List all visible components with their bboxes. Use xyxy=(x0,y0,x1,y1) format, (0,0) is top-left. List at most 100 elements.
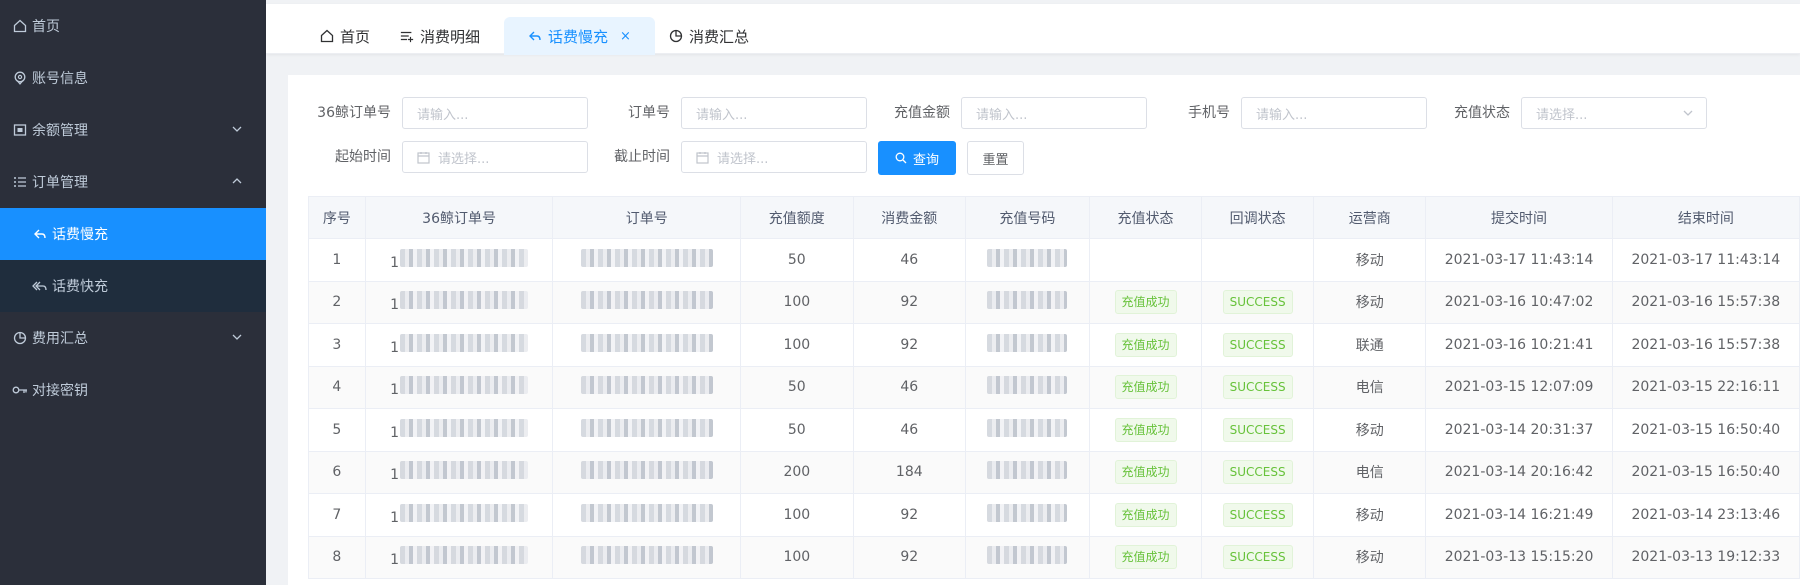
table-row[interactable]: 6 1 200 184 充值成功 SUCCESS 电信 2021-03-14 20:16:42… xyxy=(308,450,1800,494)
location-pin-icon xyxy=(12,70,28,86)
reply-icon xyxy=(32,226,48,242)
reply-all-icon xyxy=(32,278,48,294)
cell-order36: 1 xyxy=(364,408,554,452)
cell-end-time: 2021-03-17 11:43:14 xyxy=(1611,238,1800,282)
cell-amount: 50 xyxy=(740,238,854,282)
sidebar-item-account[interactable]: 账号信息 xyxy=(0,52,266,104)
cell-cost: 92 xyxy=(852,535,967,579)
cell-order36: 1 xyxy=(364,238,554,282)
redacted-order xyxy=(580,376,713,395)
cell-carrier: 电信 xyxy=(1312,365,1427,409)
cell-status: 充值成功 xyxy=(1088,280,1203,324)
cell-callback: SUCCESS xyxy=(1201,493,1314,537)
sidebar-item-api-key[interactable]: 对接密钥 xyxy=(0,364,266,416)
cell-submit-time: 2021-03-17 11:43:14 xyxy=(1425,238,1613,282)
table-row[interactable]: 1 1 50 46 移动 2021-03-17 11:43:14 2021-03-17 11… xyxy=(308,238,1800,282)
cell-phone xyxy=(965,450,1090,494)
sidebar-item-label: 话费慢充 xyxy=(52,227,108,243)
sidebar-item-slow-recharge[interactable]: 话费慢充 xyxy=(0,208,266,260)
header-phone: 充值号码 xyxy=(965,196,1090,239)
cell-order36: 1 xyxy=(364,493,554,537)
phone-input[interactable]: 请输入... xyxy=(1241,97,1427,129)
sidebar-item-fast-recharge[interactable]: 话费快充 xyxy=(0,260,266,312)
order-input[interactable]: 请输入... xyxy=(681,97,867,129)
redacted-phone xyxy=(987,418,1068,437)
tab-label: 消费汇总 xyxy=(689,27,750,46)
cell-carrier: 联通 xyxy=(1312,323,1427,367)
start-time-picker[interactable]: 请选择... xyxy=(402,141,588,173)
cell-index: 2 xyxy=(308,280,366,324)
cell-phone xyxy=(965,365,1090,409)
cell-end-time: 2021-03-16 15:57:38 xyxy=(1611,280,1800,324)
order36-input[interactable]: 请输入... xyxy=(402,97,588,129)
sidebar-item-label: 账号信息 xyxy=(32,71,88,87)
table-row[interactable]: 4 1 50 46 充值成功 SUCCESS 电信 2021-03-15 12:07:09 20… xyxy=(308,365,1800,409)
redacted-order xyxy=(580,503,713,522)
redacted-phone xyxy=(987,376,1068,395)
table-row[interactable]: 2 1 100 92 充值成功 SUCCESS 移动 2021-03-16 10:47:02 2… xyxy=(308,280,1800,324)
sidebar-item-orders[interactable]: 订单管理 xyxy=(0,156,266,208)
redacted-phone xyxy=(987,333,1068,352)
sidebar-item-expense-summary[interactable]: 费用汇总 xyxy=(0,312,266,364)
redacted-order xyxy=(580,418,713,437)
cell-order36: 1 xyxy=(364,365,554,409)
order36-prefix: 1 xyxy=(390,297,400,314)
redacted-phone xyxy=(987,461,1068,480)
tab-label: 话费慢充 xyxy=(548,27,609,46)
cell-phone xyxy=(965,280,1090,324)
sidebar: 首页 账号信息 余额管理 订单管理 话费慢充 话费快充 费用汇总 对接密钥 xyxy=(0,0,266,585)
table-row[interactable]: 5 1 50 46 充值成功 SUCCESS 移动 2021-03-14 20:31:37 20… xyxy=(308,408,1800,452)
cell-order xyxy=(552,323,742,367)
cell-amount: 100 xyxy=(740,323,854,367)
cell-order xyxy=(552,450,742,494)
cell-cost: 46 xyxy=(852,365,967,409)
tab-consumption-detail[interactable]: 消费明细 xyxy=(400,17,480,55)
sidebar-item-balance[interactable]: 余额管理 xyxy=(0,104,266,156)
cell-amount: 200 xyxy=(740,450,854,494)
status-select[interactable]: 请选择... xyxy=(1521,97,1707,129)
cell-phone xyxy=(965,323,1090,367)
cell-callback: SUCCESS xyxy=(1201,450,1314,494)
end-time-picker[interactable]: 请选择... xyxy=(681,141,867,173)
header-cost: 消费金额 xyxy=(852,196,967,239)
tab-consumption-summary[interactable]: 消费汇总 xyxy=(669,17,749,55)
table-row[interactable]: 3 1 100 92 充值成功 SUCCESS 联通 2021-03-16 10:21:41 2… xyxy=(308,323,1800,367)
sidebar-item-home[interactable]: 首页 xyxy=(0,0,266,52)
tab-label: 首页 xyxy=(340,27,371,46)
status-badge: 充值成功 xyxy=(1114,502,1177,527)
cell-order xyxy=(552,280,742,324)
query-button[interactable]: 查询 xyxy=(878,141,956,175)
reset-button[interactable]: 重置 xyxy=(967,141,1024,175)
cell-order36: 1 xyxy=(364,450,554,494)
table-row[interactable]: 8 1 100 92 充值成功 SUCCESS 移动 2021-03-13 15:15:20 2… xyxy=(308,535,1800,579)
order36-label: 36鲸订单号 xyxy=(317,105,391,121)
cell-carrier: 移动 xyxy=(1312,535,1427,579)
redacted-phone xyxy=(987,248,1068,267)
tab-home[interactable]: 首页 xyxy=(320,17,370,55)
close-icon[interactable]: × xyxy=(620,29,631,44)
header-callback: 回调状态 xyxy=(1201,196,1314,239)
redacted-order xyxy=(580,291,713,310)
reply-icon xyxy=(528,29,542,43)
header-end-time: 结束时间 xyxy=(1611,196,1800,239)
orders-submenu: 话费慢充 话费快充 xyxy=(0,208,266,312)
table-header-row: 序号 36鲸订单号 订单号 充值额度 消费金额 充值号码 充值状态 回调状态 运… xyxy=(308,196,1800,239)
cell-end-time: 2021-03-15 16:50:40 xyxy=(1611,408,1800,452)
cell-phone xyxy=(965,493,1090,537)
cell-end-time: 2021-03-14 23:13:46 xyxy=(1611,493,1800,537)
order36-prefix: 1 xyxy=(390,467,400,484)
cell-cost: 184 xyxy=(852,450,967,494)
cell-order xyxy=(552,408,742,452)
table-row[interactable]: 7 1 100 92 充值成功 SUCCESS 移动 2021-03-14 16:21:49 2… xyxy=(308,493,1800,537)
callback-badge: SUCCESS xyxy=(1222,332,1293,357)
amount-input[interactable]: 请输入... xyxy=(961,97,1147,129)
cell-amount: 50 xyxy=(740,365,854,409)
cell-status: 充值成功 xyxy=(1088,450,1203,494)
tab-slow-recharge[interactable]: 话费慢充 × xyxy=(504,17,655,55)
tab-label: 消费明细 xyxy=(420,27,481,46)
redacted-order xyxy=(580,461,713,480)
cell-submit-time: 2021-03-16 10:47:02 xyxy=(1425,280,1613,324)
redacted-order xyxy=(580,546,713,565)
sidebar-item-label: 订单管理 xyxy=(32,175,88,191)
cell-submit-time: 2021-03-16 10:21:41 xyxy=(1425,323,1613,367)
